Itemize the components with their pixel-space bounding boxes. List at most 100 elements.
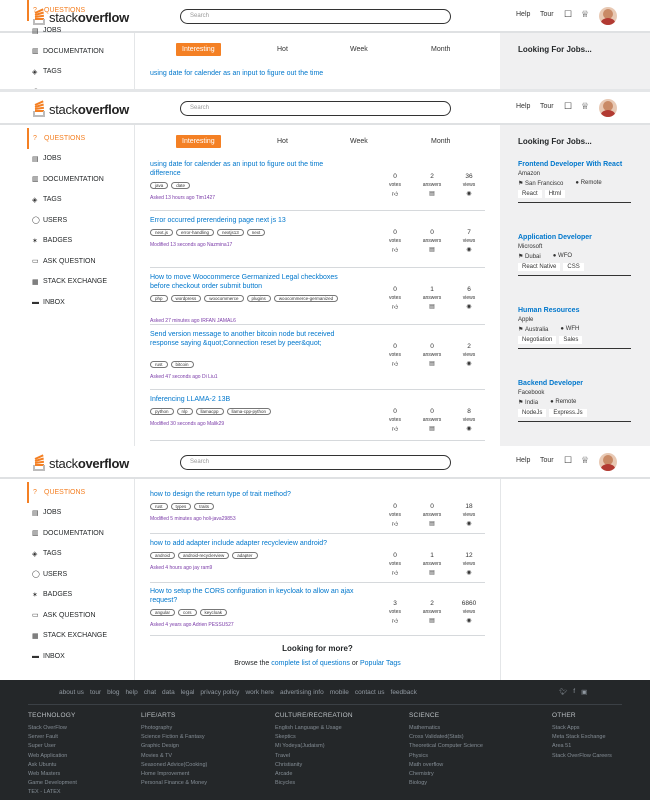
sidebar-item-jobs[interactable]: ▤ JOBS	[27, 21, 137, 42]
question-user-link[interactable]: Di Liu1	[202, 374, 218, 380]
question-title[interactable]: using date for calender as an input to f…	[150, 69, 450, 78]
footer-link[interactable]: blog	[107, 689, 119, 696]
footer-link[interactable]: data	[162, 689, 175, 696]
sidebar-item-documentation[interactable]: ▥ DOCUMENTATION	[27, 523, 137, 544]
footer-link[interactable]: privacy policy	[200, 689, 239, 696]
footer-column-link[interactable]: Server Fault	[28, 733, 77, 742]
footer-column-link[interactable]: Graphic Design	[141, 742, 207, 751]
sidebar-item-questions[interactable]: ? QUESTIONS	[27, 0, 137, 21]
footer-link[interactable]: chat	[144, 689, 156, 696]
inbox-icon[interactable]: ☐	[564, 9, 572, 20]
footer-column-link[interactable]: Mathematics	[409, 724, 483, 733]
tour-link[interactable]: Tour	[540, 11, 554, 18]
footer-column-link[interactable]: Science Fiction & Fantasy	[141, 733, 207, 742]
footer-link[interactable]: help	[125, 689, 137, 696]
footer-column-link[interactable]: Home Improvement	[141, 770, 207, 779]
sidebar-item-questions[interactable]: ? QUESTIONS	[27, 128, 137, 149]
tag-chip[interactable]: woocommerce	[204, 295, 244, 302]
tab-month[interactable]: Month	[431, 43, 450, 56]
tab-interesting[interactable]: Interesting	[176, 135, 221, 148]
footer-link[interactable]: legal	[181, 689, 195, 696]
tag-chip[interactable]: rust	[150, 503, 168, 510]
footer-column-link[interactable]: Stack Apps	[552, 724, 612, 733]
sidebar-item-ask-question[interactable]: ▭ ASK QUESTION	[27, 251, 137, 272]
tag-chip[interactable]: llama-cpp-python	[226, 408, 272, 415]
job-title[interactable]: Application Developer	[518, 234, 631, 241]
sidebar-item-documentation[interactable]: ▥ DOCUMENTATION	[27, 169, 137, 190]
tag-chip[interactable]: cors	[178, 609, 197, 616]
sidebar-item-tags[interactable]: ◈ TAGS	[27, 190, 137, 211]
sidebar-item-users[interactable]: ◯USERS	[27, 210, 137, 231]
job-tag[interactable]: React Native	[518, 263, 561, 271]
footer-link[interactable]: advertising info	[280, 689, 324, 696]
tag-chip[interactable]: wordpress	[170, 295, 202, 302]
sidebar-item-stack-exchange[interactable]: ▦ STACK EXCHANGE	[27, 272, 137, 293]
footer-column-link[interactable]: Mi Yodeya(Judaism)	[275, 742, 353, 751]
footer-column-link[interactable]: Seasoned Advice(Cooking)	[141, 761, 207, 770]
tag-chip[interactable]: adapter	[232, 552, 258, 559]
question-title[interactable]: Error occurred prerendering page next js…	[150, 216, 355, 225]
question-user-link[interactable]: IRFAN JAMAL6	[201, 318, 236, 324]
tag-chip[interactable]: next.js	[150, 229, 174, 236]
site-logo[interactable]: stackoverflow	[33, 100, 129, 118]
footer-link[interactable]: contact us	[355, 689, 385, 696]
trophy-icon[interactable]: ♕	[581, 455, 589, 466]
help-link[interactable]: Help	[516, 11, 530, 18]
footer-column-link[interactable]: Game Development	[28, 779, 77, 788]
search-input[interactable]: Search	[180, 455, 451, 470]
sidebar-item-badges[interactable]: ✶ BADGES	[27, 585, 137, 606]
twitter-icon[interactable]: 🐦︎	[559, 688, 567, 696]
sidebar-item-questions[interactable]: ? QUESTIONS	[27, 482, 137, 503]
job-tag[interactable]: Html	[544, 190, 566, 198]
inbox-icon[interactable]: ☐	[564, 101, 572, 112]
question-user-link[interactable]: Adrien PESSU527	[193, 622, 234, 628]
avatar[interactable]	[599, 453, 617, 471]
question-title[interactable]: How to move Woocommerce Germanized Legal…	[150, 273, 355, 291]
footer-link[interactable]: mobile	[330, 689, 349, 696]
job-title[interactable]: Backend Developer	[518, 380, 631, 387]
sidebar-item-users[interactable]: ◯USERS	[27, 82, 137, 90]
sidebar-item-inbox[interactable]: ▬ INBOX	[27, 646, 137, 667]
tag-chip[interactable]: bitcoin	[170, 361, 194, 368]
tag-chip[interactable]: error-handling	[176, 229, 215, 236]
job-title[interactable]: Frontend Developer With React	[518, 161, 631, 168]
tag-chip[interactable]: llamacpp	[195, 408, 224, 415]
footer-column-link[interactable]: Stack OverFlow	[28, 724, 77, 733]
job-tag[interactable]: React	[518, 190, 542, 198]
question-title[interactable]: how to design the return type of trait m…	[150, 490, 355, 499]
tab-month[interactable]: Month	[431, 135, 450, 148]
tag-chip[interactable]: python	[150, 408, 174, 415]
tag-chip[interactable]: plugins	[246, 295, 271, 302]
footer-column-link[interactable]: English Language & Usage	[275, 724, 353, 733]
tab-week[interactable]: Week	[350, 135, 368, 148]
footer-column-link[interactable]: Skeptics	[275, 733, 353, 742]
tag-chip[interactable]: angular	[150, 609, 176, 616]
footer-link[interactable]: feedback	[391, 689, 417, 696]
sidebar-item-inbox[interactable]: ▬ INBOX	[27, 292, 137, 313]
question-title[interactable]: Send version message to another bitcoin …	[150, 330, 355, 348]
tag-chip[interactable]: rust	[150, 361, 168, 368]
sidebar-item-tags[interactable]: ◈ TAGS	[27, 62, 137, 83]
search-input[interactable]: Search	[180, 9, 451, 24]
all-questions-link[interactable]: complete list of questions	[271, 660, 350, 667]
tag-chip[interactable]: android-recyclerview	[178, 552, 230, 559]
footer-column-link[interactable]: Math overflow	[409, 761, 483, 770]
trophy-icon[interactable]: ♕	[581, 101, 589, 112]
footer-column-link[interactable]: Web Application	[28, 752, 77, 761]
footer-column-link[interactable]: Stack OverFlow Careers	[552, 752, 612, 761]
question-title[interactable]: how to add adapter include adapter recyc…	[150, 539, 355, 548]
sidebar-item-users[interactable]: ◯USERS	[27, 564, 137, 585]
footer-column-link[interactable]: Ask Ubuntu	[28, 761, 77, 770]
job-tag[interactable]: Negotiation	[518, 336, 557, 344]
popular-tags-link[interactable]: Popular Tags	[360, 660, 401, 667]
tag-chip[interactable]: php	[150, 295, 168, 302]
avatar[interactable]	[599, 99, 617, 117]
help-link[interactable]: Help	[516, 103, 530, 110]
footer-link[interactable]: tour	[90, 689, 101, 696]
site-logo[interactable]: stackoverflow	[33, 454, 129, 472]
tab-hot[interactable]: Hot	[277, 43, 288, 56]
question-user-link[interactable]: holi-java29853	[203, 516, 236, 522]
job-title[interactable]: Human Resources	[518, 307, 631, 314]
tag-chip[interactable]: keycloak	[199, 609, 228, 616]
tag-chip[interactable]: android	[150, 552, 176, 559]
